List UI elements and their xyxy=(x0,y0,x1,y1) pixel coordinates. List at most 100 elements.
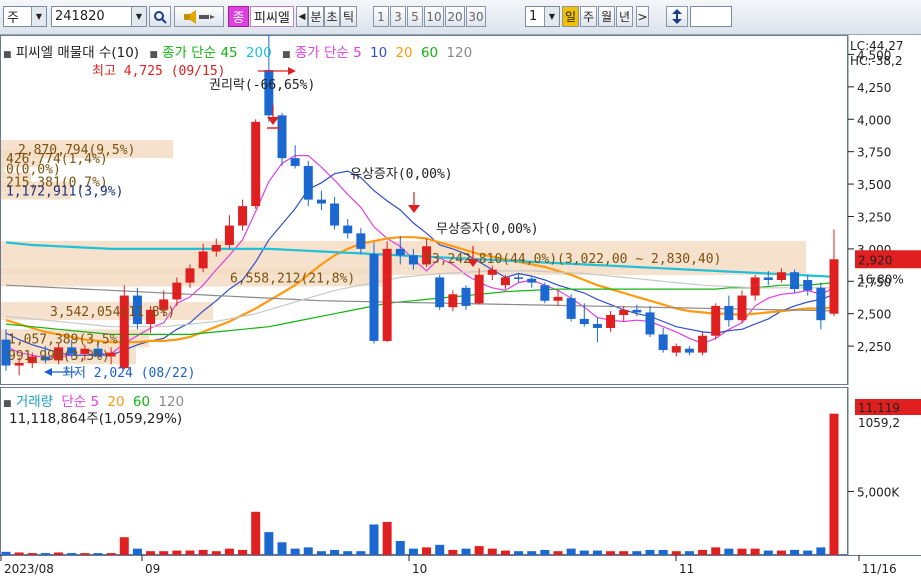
candle-body xyxy=(369,254,379,341)
price-tick-label: 4,000 xyxy=(857,113,891,127)
interval-1[interactable]: 1 xyxy=(373,6,389,27)
candle-body xyxy=(632,309,642,313)
prev-arrow-icon[interactable]: ◀ xyxy=(296,6,308,27)
volume-bar xyxy=(264,532,274,555)
price-tick-label: 2,250 xyxy=(857,340,891,354)
search-icon xyxy=(154,10,167,24)
low-arrow-head xyxy=(44,368,52,376)
ma2-period-120[interactable]: 120 xyxy=(446,45,472,61)
volume-profile-label: 3,542,054(11,8%) xyxy=(50,305,175,320)
hc-label: HC:-38,2 xyxy=(850,54,903,68)
tab-minute[interactable]: 분 xyxy=(308,6,324,27)
candle-body xyxy=(606,315,616,328)
updown-toggle-button[interactable] xyxy=(666,6,688,27)
extra-input[interactable] xyxy=(690,6,732,27)
lc-label: LC:44,27 xyxy=(850,39,903,53)
period-month[interactable]: 월 xyxy=(598,6,615,27)
next-arrow-button[interactable]: > xyxy=(636,6,649,27)
volume-bar xyxy=(251,511,261,555)
candle-body xyxy=(211,245,221,252)
candle-body xyxy=(343,225,353,234)
volume-bar xyxy=(711,547,721,555)
candle-body xyxy=(724,305,734,321)
volume-tag-text: 11,119 xyxy=(858,401,900,415)
candle-body xyxy=(448,294,458,308)
ma2-label[interactable]: 종가 단순 xyxy=(295,45,349,61)
volume-tag-pct: 1059,2 xyxy=(858,416,900,430)
stock-name-field[interactable]: 피씨엘 xyxy=(250,6,294,27)
candle-body xyxy=(251,121,261,207)
volume-profile-label: 991,999(3,3%) xyxy=(8,349,110,364)
candle-body xyxy=(698,335,708,353)
interval-10[interactable]: 10 xyxy=(424,6,444,27)
rights-issue-label: 유상증자(0,00%) xyxy=(350,167,453,182)
candle-body xyxy=(592,324,602,328)
date-tick-label: 11/16 xyxy=(862,562,897,576)
price-tick-label: 3,500 xyxy=(857,178,891,192)
candle-body xyxy=(277,115,287,159)
date-tick-label: 2023/08 xyxy=(4,562,54,576)
chevron-down-icon[interactable]: ▼ xyxy=(31,7,46,26)
candle-body xyxy=(671,346,681,353)
volume-profile-label: 6,558,212(21,8%) xyxy=(230,271,355,286)
ma2-period-20[interactable]: 20 xyxy=(395,45,412,61)
candle-body xyxy=(330,203,340,226)
candle-body xyxy=(395,248,405,256)
market-select[interactable]: 주 ▼ xyxy=(3,6,47,27)
stock-type-badge[interactable]: 종 xyxy=(228,6,249,27)
ma1-label[interactable]: 종가 단순 xyxy=(162,45,216,61)
candle-body xyxy=(619,309,629,315)
candle-body xyxy=(172,282,182,300)
candle-body xyxy=(461,287,471,306)
period-year[interactable]: 년 xyxy=(616,6,633,27)
candle-body xyxy=(514,277,524,279)
price-tick-label: 4,250 xyxy=(857,81,891,95)
price-pane[interactable]: 2,870,794(9,5%)426,774(1,4%)0(0,0%)215,3… xyxy=(0,35,921,385)
chevron-down-icon[interactable]: ▼ xyxy=(131,7,146,26)
period-day[interactable]: 일 xyxy=(562,6,579,27)
ma1-period-200[interactable]: 200 xyxy=(246,45,272,61)
volume-profile-label: 1,057,389(3,5%) xyxy=(8,332,125,347)
ma2-period-60[interactable]: 60 xyxy=(421,45,438,61)
link-button[interactable] xyxy=(174,6,224,27)
candle-body xyxy=(382,248,392,341)
candle-body xyxy=(224,225,234,245)
volume-last-value: 11,118,864주(1,059,29%) xyxy=(9,411,183,427)
volume-bar xyxy=(474,546,484,555)
search-button[interactable] xyxy=(149,6,171,27)
interval-30[interactable]: 30 xyxy=(466,6,486,27)
ma2-period-5[interactable]: 5 xyxy=(353,45,362,61)
volume-bar xyxy=(303,547,313,555)
interval-3[interactable]: 3 xyxy=(390,6,406,27)
price-legend-title[interactable]: 피씨엘 매물대 수(10) xyxy=(16,45,139,61)
interval-5[interactable]: 5 xyxy=(407,6,423,27)
candle-body xyxy=(540,285,550,301)
interval-20[interactable]: 20 xyxy=(445,6,465,27)
candle-body xyxy=(356,233,366,249)
date-tick-label: 11 xyxy=(679,562,694,576)
interval-value: 1 xyxy=(529,9,538,24)
interval-input[interactable]: 1 ▼ xyxy=(525,6,560,27)
candle-body xyxy=(198,251,208,269)
period-week[interactable]: 주 xyxy=(580,6,597,27)
tab-second[interactable]: 초 xyxy=(324,6,340,27)
candle-body xyxy=(316,199,326,204)
tab-tick[interactable]: 틱 xyxy=(340,6,357,27)
volume-bar xyxy=(435,544,445,555)
speaker-icon xyxy=(184,9,215,24)
chevron-down-icon[interactable]: ▼ xyxy=(544,7,559,26)
candle-body xyxy=(185,268,195,283)
volume-profile-label: 1,172,911(3,9%) xyxy=(6,185,123,200)
market-label: 주 xyxy=(7,11,19,26)
candle-body xyxy=(684,348,694,353)
chart-window: 주 ▼ 241820 ▼ 종 피씨엘 ◀ 분 초 틱 1 3 5 10 20 3… xyxy=(0,0,921,582)
volume-bar xyxy=(382,521,392,555)
ma2-period-10[interactable]: 10 xyxy=(370,45,387,61)
candle-body xyxy=(408,255,418,265)
candle-body xyxy=(658,334,668,350)
stock-code-input[interactable]: 241820 ▼ xyxy=(51,6,147,27)
candle-body xyxy=(645,312,655,335)
ma1-period-45[interactable]: 45 xyxy=(220,45,237,61)
candle-body xyxy=(290,158,300,166)
candle-body xyxy=(500,277,510,286)
